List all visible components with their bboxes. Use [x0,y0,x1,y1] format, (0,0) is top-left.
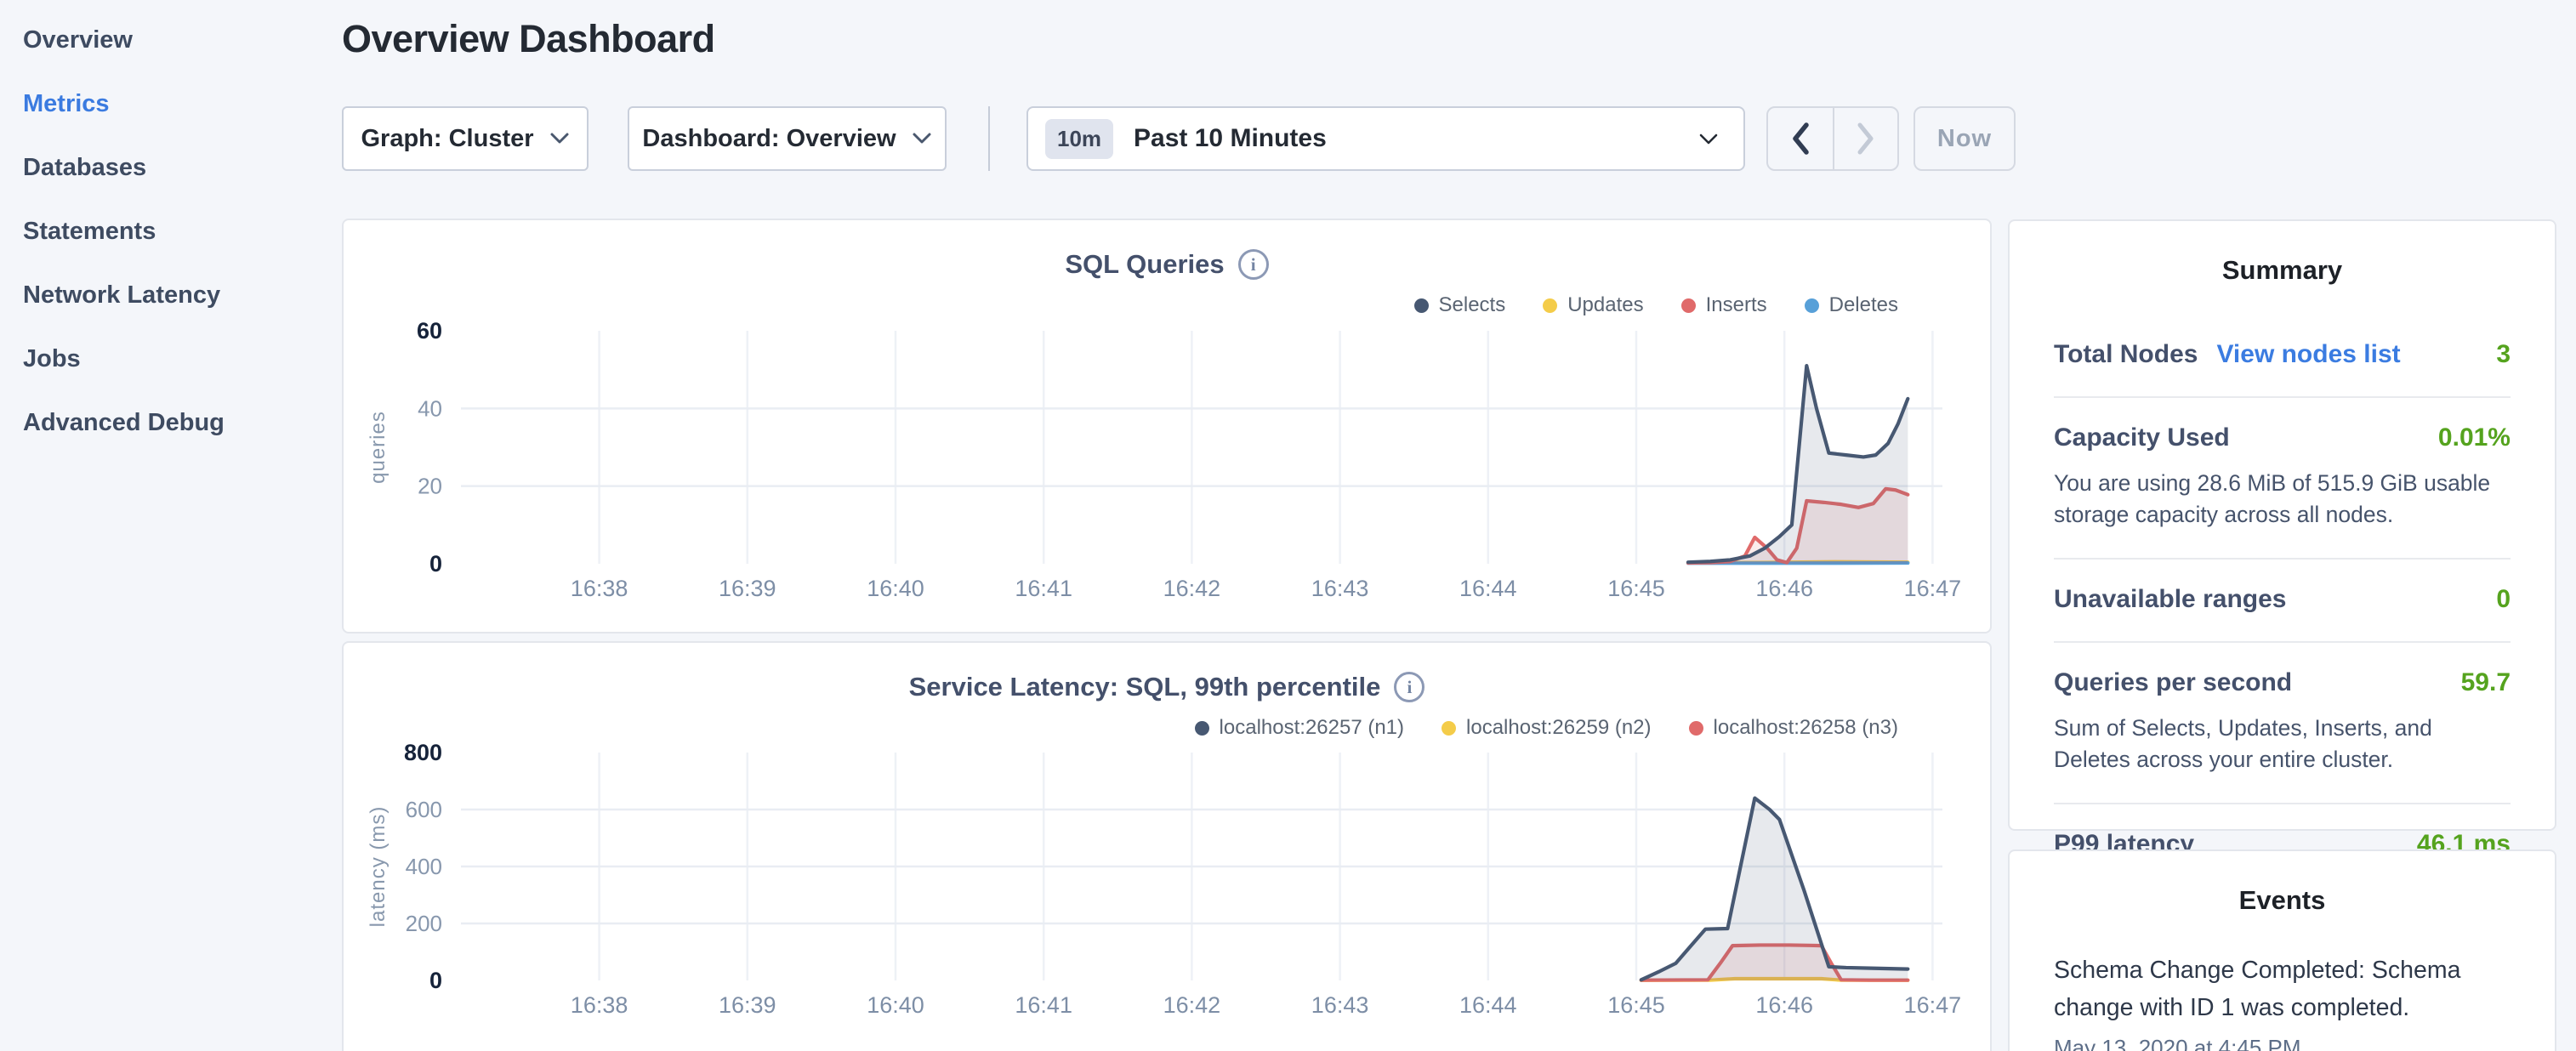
svg-text:16:40: 16:40 [867,992,924,1018]
dashboard-controls: Graph: Cluster Dashboard: Overview 10m P… [0,106,2576,171]
svg-text:16:41: 16:41 [1015,576,1072,601]
chevron-down-icon [549,132,570,145]
svg-text:16:44: 16:44 [1459,992,1517,1018]
time-back-button[interactable] [1768,108,1833,169]
summary-row-capacity-used: Capacity Used 0.01% You are using 28.6 M… [2054,396,2511,558]
event-timestamp: May 13, 2020 at 4:45 PM [2054,1035,2511,1051]
qps-value: 59.7 [2461,668,2511,697]
sidebar-item-overview[interactable]: Overview [23,9,323,72]
capacity-used-description: You are using 28.6 MiB of 515.9 GiB usab… [2054,468,2511,531]
qps-description: Sum of Selects, Updates, Inserts, and De… [2054,713,2511,775]
svg-text:16:45: 16:45 [1607,992,1665,1018]
time-range-label: Past 10 Minutes [1134,124,1697,153]
total-nodes-value: 3 [2496,340,2511,369]
svg-text:16:43: 16:43 [1311,576,1369,601]
sql-queries-plot[interactable]: 0 20 40 60 16:38 16:39 16:40 16:41 16:42 16:43 16:… [344,220,1993,635]
chevron-down-icon [1697,132,1720,146]
time-forward-button[interactable] [1833,108,1897,169]
time-step-buttons [1766,106,1899,171]
svg-text:16:47: 16:47 [1904,992,1962,1018]
sql-queries-chart-card: SQL Queries i Selects Updates Inserts De… [342,219,1992,633]
dashboard-dropdown[interactable]: Dashboard: Overview [628,106,947,171]
dashboard-dropdown-label: Dashboard: Overview [642,125,896,153]
page-title: Overview Dashboard [342,17,715,61]
summary-row-total-nodes: Total Nodes View nodes list 3 [2054,315,2511,396]
svg-text:20: 20 [418,474,442,499]
time-range-badge: 10m [1045,119,1113,159]
graph-scope-dropdown[interactable]: Graph: Cluster [342,106,589,171]
unavailable-ranges-value: 0 [2496,585,2511,614]
capacity-used-value: 0.01% [2438,423,2511,452]
controls-divider [988,106,990,171]
events-title: Events [2054,885,2511,916]
view-nodes-list-link[interactable]: View nodes list [2216,340,2400,369]
svg-text:16:42: 16:42 [1163,576,1221,601]
chevron-right-icon [1855,121,1877,156]
svg-text:16:39: 16:39 [719,992,776,1018]
time-range-dropdown[interactable]: 10m Past 10 Minutes [1026,106,1745,171]
chevron-down-icon [912,132,932,145]
svg-text:200: 200 [406,911,442,936]
svg-text:16:46: 16:46 [1755,576,1813,601]
svg-text:16:42: 16:42 [1163,992,1221,1018]
svg-text:400: 400 [406,854,442,879]
sidebar-item-statements[interactable]: Statements [23,200,323,264]
svg-text:600: 600 [406,797,442,822]
svg-text:16:40: 16:40 [867,576,924,601]
svg-text:800: 800 [404,740,442,765]
svg-text:16:44: 16:44 [1459,576,1517,601]
svg-text:16:41: 16:41 [1015,992,1072,1018]
svg-text:60: 60 [417,318,442,344]
svg-text:16:45: 16:45 [1607,576,1665,601]
svg-text:16:38: 16:38 [571,992,628,1018]
svg-text:0: 0 [429,968,442,993]
event-list-item: Schema Change Completed: Schema change w… [2054,952,2511,1051]
summary-row-qps: Queries per second 59.7 Sum of Selects, … [2054,641,2511,803]
now-button[interactable]: Now [1914,106,2016,171]
svg-text:16:39: 16:39 [719,576,776,601]
chevron-left-icon [1789,121,1811,156]
svg-text:latency (ms): latency (ms) [367,806,390,928]
svg-text:16:43: 16:43 [1311,992,1369,1018]
event-text: Schema Change Completed: Schema change w… [2054,952,2511,1026]
sidebar-item-advanced-debug[interactable]: Advanced Debug [23,391,323,455]
summary-panel: Summary Total Nodes View nodes list 3 Ca… [2008,219,2556,831]
svg-text:0: 0 [429,551,442,577]
svg-text:queries: queries [367,411,390,484]
summary-title: Summary [2054,255,2511,286]
svg-text:40: 40 [418,395,442,421]
service-latency-chart-card: Service Latency: SQL, 99th percentile i … [342,641,1992,1051]
sidebar-item-network-latency[interactable]: Network Latency [23,264,323,327]
svg-text:16:47: 16:47 [1904,576,1962,601]
svg-text:16:46: 16:46 [1755,992,1813,1018]
events-panel: Events Schema Change Completed: Schema c… [2008,849,2556,1051]
graph-scope-label: Graph: Cluster [361,125,533,153]
summary-row-unavailable-ranges: Unavailable ranges 0 [2054,558,2511,641]
service-latency-plot[interactable]: 0 200 400 600 800 16:38 16:39 16:40 16:41 16:42 16… [344,643,1993,1051]
svg-text:16:38: 16:38 [571,576,628,601]
sidebar-item-jobs[interactable]: Jobs [23,327,323,391]
